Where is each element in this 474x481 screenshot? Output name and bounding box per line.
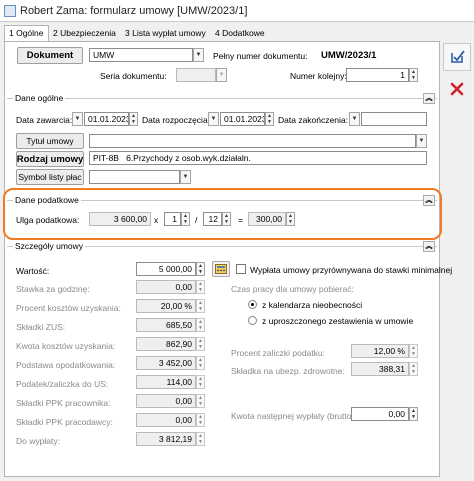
data-rozpoczecia-dropdown[interactable]: ▼ <box>208 112 219 126</box>
tab-dodatkowe[interactable]: 4 Dodatkowe <box>210 25 270 41</box>
wartosc-field[interactable]: 5 000,00 <box>136 262 196 276</box>
rodzaj-umowy-button[interactable]: Rodzaj umowy <box>16 151 84 167</box>
skladki-zus-field: 685,50 <box>136 318 196 332</box>
symbol-listy-field[interactable] <box>89 170 180 184</box>
podatek-label: Podatek/zaliczka do US: <box>16 379 109 389</box>
data-rozpoczecia-label: Data rozpoczęcia: <box>142 115 211 125</box>
podstawa-spinner: ▲ ▼ <box>196 356 205 370</box>
tytul-umowy-dropdown[interactable]: ▼ <box>416 134 427 148</box>
symbol-listy-button[interactable]: Symbol listy płac <box>16 169 84 185</box>
wartosc-spinner[interactable]: ▲ ▼ <box>196 262 205 276</box>
rodzaj-umowy-desc: 6.Przychody z osob.wyk.działaln. <box>126 153 251 163</box>
kwota-kosztow-field: 862,90 <box>136 337 196 351</box>
kwota-nastepnej-field[interactable]: 0,00 <box>351 407 409 421</box>
zestawienie-radio[interactable] <box>248 316 257 325</box>
data-zakonczenia-field[interactable] <box>361 112 427 126</box>
stawka-spinner: ▲ ▼ <box>196 280 205 294</box>
data-zawarcia-dropdown[interactable]: ▼ <box>72 112 83 126</box>
symbol-listy-dropdown[interactable]: ▼ <box>180 170 191 184</box>
procent-kosztow-spinner: ▲ ▼ <box>196 299 205 313</box>
calculator-button[interactable] <box>212 261 230 277</box>
kwota-nastepnej-spinner[interactable]: ▲ ▼ <box>409 407 418 421</box>
do-wyplaty-spinner: ▲ ▼ <box>196 432 205 446</box>
skladka-zdrowotne-label: Składka na ubezp. zdrowotne: <box>231 366 345 376</box>
ppk-pracownika-label: Składki PPK pracownika: <box>16 398 111 408</box>
dokument-dropdown[interactable]: ▼ <box>193 48 204 62</box>
ppk-pracownika-spinner: ▲ ▼ <box>196 394 205 408</box>
seria-field <box>176 68 216 82</box>
skladki-zus-label: Składki ZUS: <box>16 322 66 332</box>
data-zawarcia-spinner[interactable]: ▲ ▼ <box>129 112 138 126</box>
pelny-numer-label: Pełny numer dokumentu: <box>213 51 308 61</box>
title-bar: Robert Zama: formularz umowy [UMW/2023/1… <box>0 0 474 22</box>
czas-pracy-label: Czas pracy dla umowy pobierać: <box>231 284 354 294</box>
calculator-icon <box>215 264 227 274</box>
save-button[interactable] <box>443 43 471 71</box>
data-zakonczenia-label: Data zakończenia: <box>278 115 348 125</box>
tab-lista-wyplat[interactable]: 3 Lista wypłat umowy <box>120 25 211 41</box>
data-rozpoczecia-field[interactable]: 01.01.2023 <box>220 112 265 126</box>
kwota-nastepnej-label: Kwota następnej wypłaty (brutto): <box>231 411 357 421</box>
podstawa-field: 3 452,00 <box>136 356 196 370</box>
podatek-spinner: ▲ ▼ <box>196 375 205 389</box>
skladki-zus-spinner: ▲ ▼ <box>196 318 205 332</box>
dane-ogolne-title: Dane ogólne <box>13 93 66 103</box>
ppk-pracodawcy-spinner: ▲ ▼ <box>196 413 205 427</box>
szczegoly-collapse[interactable]: ︽ <box>423 241 435 252</box>
procent-kosztow-field: 20,00 % <box>136 299 196 313</box>
dane-ogolne-divider <box>7 98 437 99</box>
numer-kolejny-field[interactable]: 1 <box>346 68 409 82</box>
dane-ogolne-collapse[interactable]: ︽ <box>423 93 435 104</box>
data-rozpoczecia-spinner[interactable]: ▲ ▼ <box>265 112 274 126</box>
data-zakonczenia-dropdown[interactable]: ▼ <box>349 112 360 126</box>
ppk-pracownika-field: 0,00 <box>136 394 196 408</box>
wartosc-label: Wartość: <box>16 266 50 276</box>
podatek-field: 114,00 <box>136 375 196 389</box>
data-zawarcia-field[interactable]: 01.01.2023 <box>84 112 129 126</box>
dokument-button[interactable]: Dokument <box>17 47 83 64</box>
cancel-button[interactable] <box>443 75 471 103</box>
dokument-field[interactable]: UMW <box>89 48 193 62</box>
seria-dropdown: ▼ <box>216 68 227 82</box>
procent-zaliczki-field: 12,00 % <box>351 344 409 358</box>
data-zawarcia-label: Data zawarcia: <box>16 115 73 125</box>
close-icon <box>450 82 464 96</box>
window-title: Robert Zama: formularz umowy [UMW/2023/1… <box>20 5 248 17</box>
side-toolbar <box>441 41 474 109</box>
stawka-label: Stawka za godzinę: <box>16 284 90 294</box>
main-panel: Dokument UMW ▼ Pełny numer dokumentu: UM… <box>4 41 452 477</box>
podstawa-label: Podstawa opodatkowania: <box>16 360 116 370</box>
ppk-pracodawcy-label: Składki PPK pracodawcy: <box>16 417 113 427</box>
wyplata-minimalna-checkbox[interactable] <box>236 264 246 274</box>
procent-kosztow-label: Procent kosztów uzyskania: <box>16 303 121 313</box>
seria-label: Seria dokumentu: <box>100 71 167 81</box>
skladka-zdrowotne-field: 388,31 <box>351 362 409 376</box>
procent-zaliczki-spinner: ▲ ▼ <box>409 344 418 358</box>
wyplata-minimalna-label: Wypłata umowy przyrównywana do stawki mi… <box>250 265 453 275</box>
highlight-frame <box>3 188 442 240</box>
kalendarz-radio[interactable] <box>248 300 257 309</box>
tytul-umowy-button[interactable]: Tytuł umowy <box>16 133 84 149</box>
save-icon <box>451 50 465 63</box>
procent-zaliczki-label: Procent zaliczki podatku: <box>231 348 326 358</box>
do-wyplaty-field: 3 812,19 <box>136 432 196 446</box>
stawka-field: 0,00 <box>136 280 196 294</box>
kwota-kosztow-spinner: ▲ ▼ <box>196 337 205 351</box>
skladka-zdrowotne-spinner: ▲ ▼ <box>409 362 418 376</box>
tab-ubezpieczenia[interactable]: 2 Ubezpieczenia <box>48 25 121 41</box>
numer-kolejny-label: Numer kolejny: <box>290 71 347 81</box>
tab-ogolne[interactable]: 1 Ogólne <box>4 25 49 42</box>
rodzaj-umowy-code: PIT-8B <box>93 153 119 163</box>
app-icon <box>4 5 16 17</box>
zestawienie-radio-label: z uproszczonego zestawienia w umowie <box>262 316 414 326</box>
pelny-numer-value: UMW/2023/1 <box>321 50 377 61</box>
tytul-umowy-field[interactable] <box>89 134 416 148</box>
ppk-pracodawcy-field: 0,00 <box>136 413 196 427</box>
kalendarz-radio-label: z kalendarza nieobecności <box>262 300 363 310</box>
numer-kolejny-spinner[interactable]: ▲ ▼ <box>409 68 418 82</box>
kwota-kosztow-label: Kwota kosztów uzyskania: <box>16 341 116 351</box>
rodzaj-umowy-field[interactable]: PIT-8B 6.Przychody z osob.wyk.działaln. <box>89 151 427 165</box>
do-wyplaty-label: Do wypłaty: <box>16 436 60 446</box>
szczegoly-title: Szczegóły umowy <box>13 241 86 251</box>
